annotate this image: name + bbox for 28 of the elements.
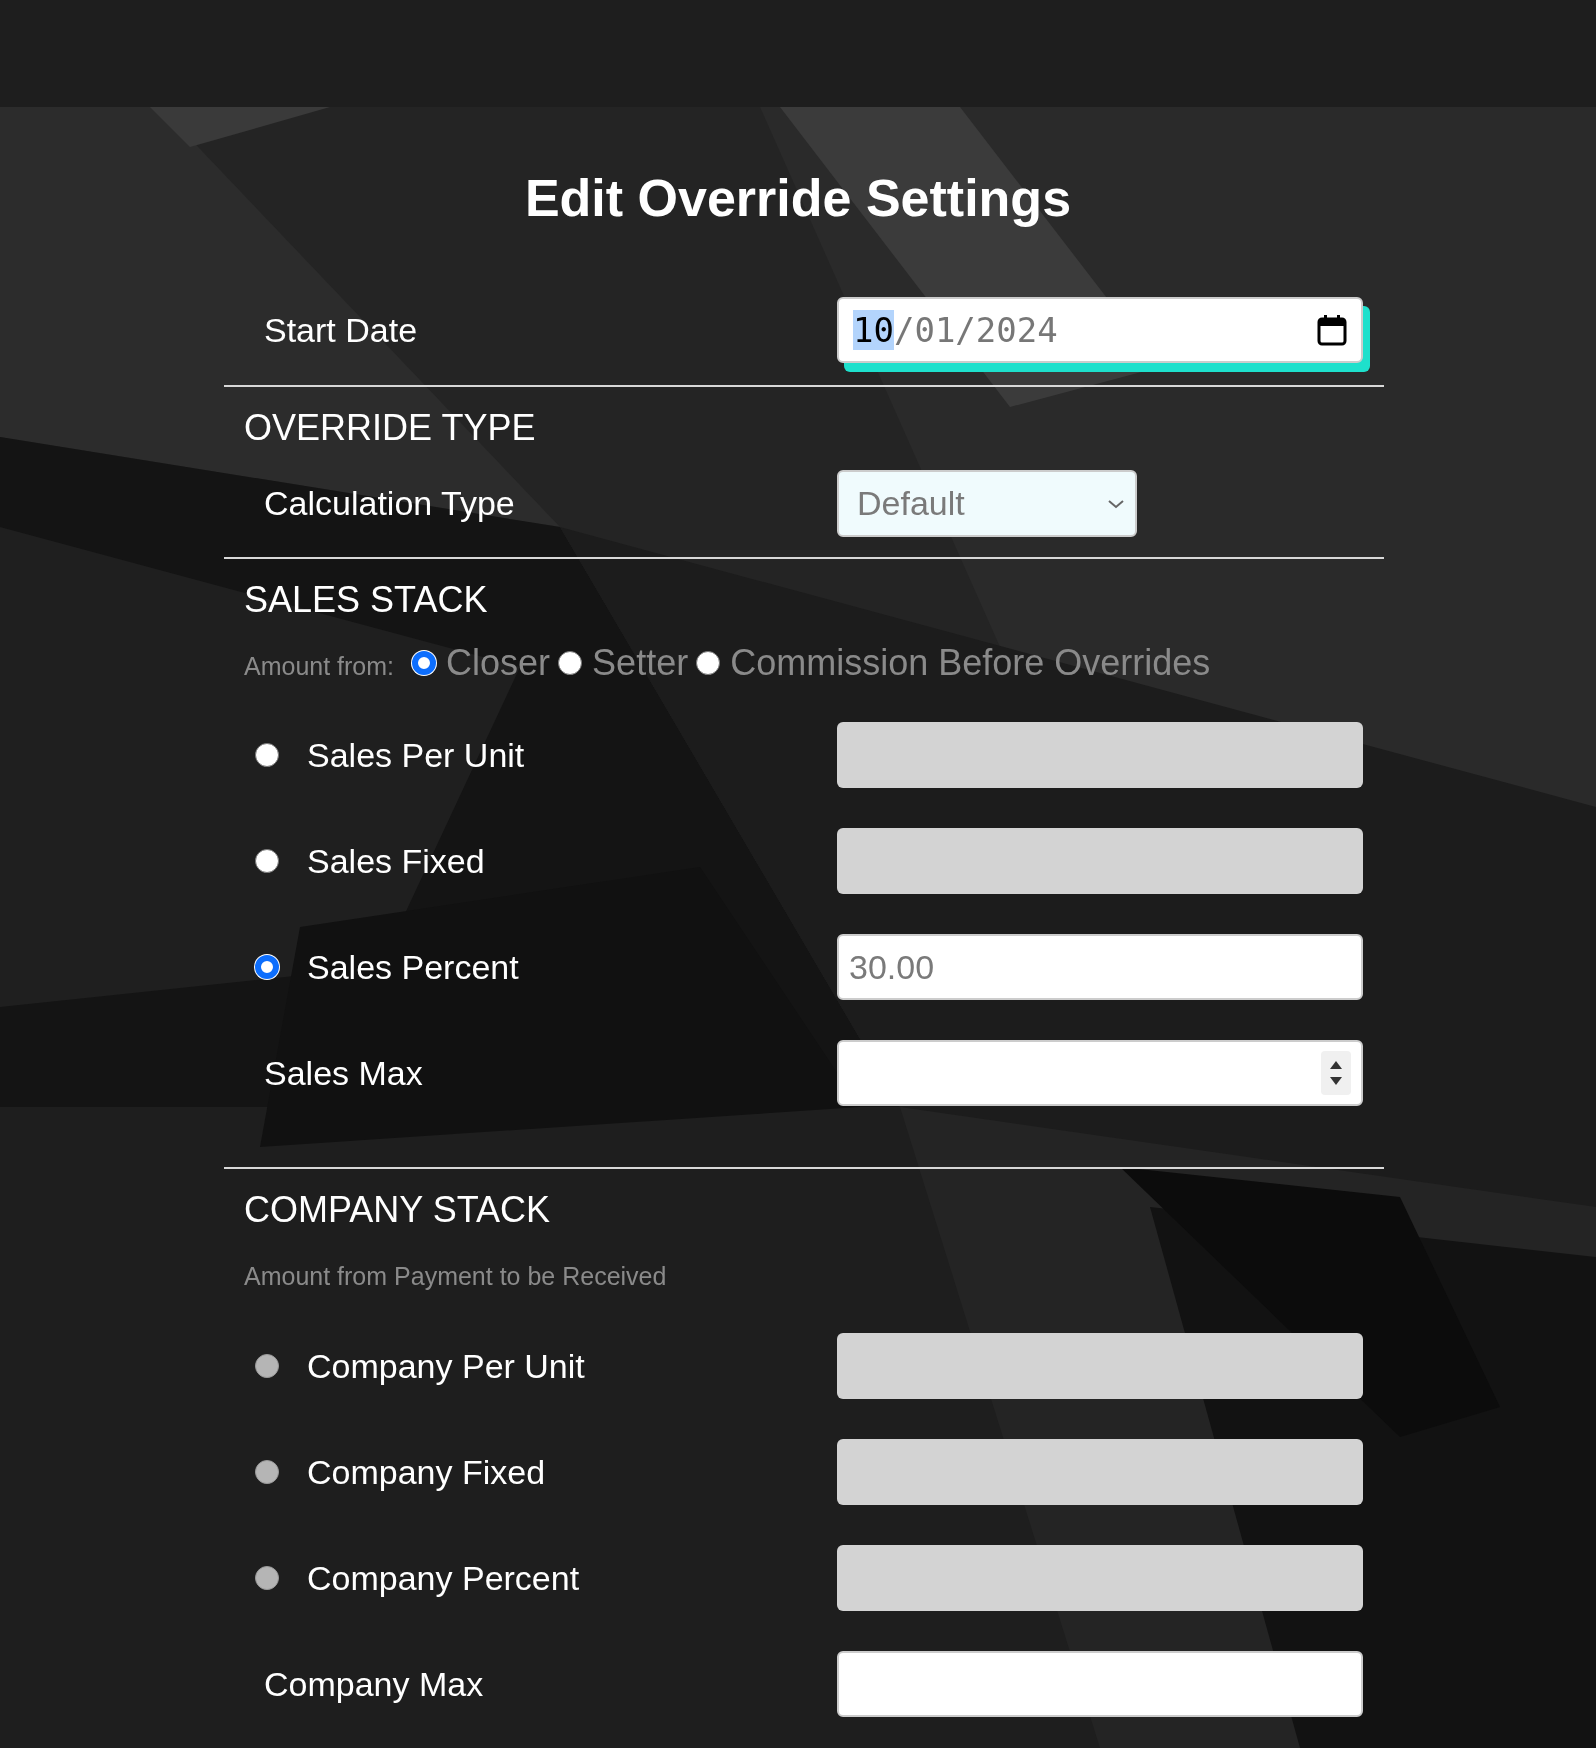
spinner-icon[interactable] [1321,1051,1351,1095]
radio-label: Setter [592,642,689,684]
amount-from-label: Amount from: [244,651,395,681]
field-label: Sales Max [263,1053,423,1093]
field-label: Company Percent [307,1558,580,1598]
radio-button[interactable] [255,955,279,979]
field-label: Sales Fixed [307,841,485,881]
field-label: Sales Per Unit [307,735,525,775]
radio-label: Commission Before Overrides [730,642,1211,684]
page-title: Edit Override Settings [523,168,1073,229]
input-field[interactable] [837,1040,1363,1106]
field-label: Calculation Type [263,484,515,523]
radio-button[interactable] [412,651,437,675]
field-label: Sales Percent [307,947,519,987]
field-label: Company Fixed [307,1452,546,1492]
input-field[interactable]: 30.00 [837,934,1363,1000]
calendar-icon[interactable] [1317,314,1347,346]
section-caption: Amount from Payment to be Received [243,1261,668,1291]
chevron-down-icon [1107,497,1125,510]
field-label: Company Max [263,1664,484,1704]
section-heading: SALES STACK [243,579,489,621]
select-dropdown[interactable]: Default [837,470,1137,537]
section-heading: OVERRIDE TYPE [243,407,537,449]
radio-label: Closer [446,642,551,684]
section-heading: COMPANY STACK [243,1189,552,1231]
field-label: Company Per Unit [307,1346,585,1386]
field-label: Start Date [263,310,418,350]
input-field[interactable] [837,1651,1363,1717]
